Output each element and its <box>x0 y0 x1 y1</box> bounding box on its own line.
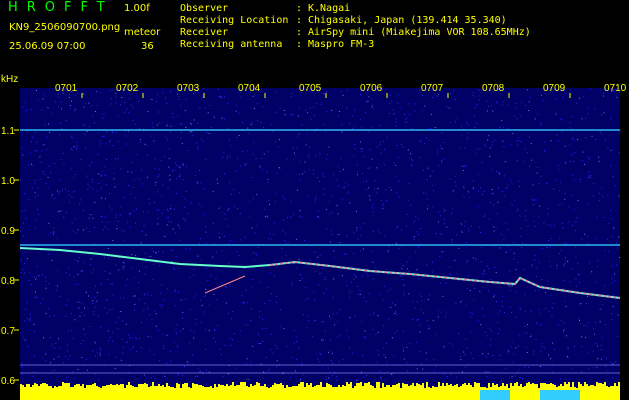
receiver-value: AirSpy mini (Miakejima VOR 108.65MHz) <box>308 27 531 38</box>
x-tick-label: 0710 <box>604 83 627 94</box>
y-tick-label: 0.8 <box>1 276 15 287</box>
y-tick-label: 0.7 <box>1 326 15 337</box>
y-axis-unit: kHz <box>1 74 18 85</box>
datetime-label: 25.06.09 07:00 <box>9 41 86 52</box>
x-tick-label: 0708 <box>482 83 505 94</box>
y-tick-label: 1.1 <box>1 126 15 137</box>
x-tick-label: 0701 <box>55 83 78 94</box>
filename-label: KN9_2506090700.png <box>9 22 121 33</box>
version-label: 1.00f <box>124 3 150 14</box>
y-tick-label: 0.9 <box>1 226 15 237</box>
y-tick-label: 1.0 <box>1 176 15 187</box>
location-separator: : <box>296 15 303 26</box>
antenna-separator: : <box>296 39 303 50</box>
spectrogram-plot: kHz 1.1 1.0 0.9 0.8 0.7 0.6 0701 0702 0703 0704 070… <box>0 72 627 400</box>
power-band-highlight <box>540 390 580 400</box>
antenna-value: Maspro FM-3 <box>308 39 375 50</box>
y-tick-label: 0.6 <box>1 376 15 387</box>
hrofft-window: kHz 1.1 1.0 0.9 0.8 0.7 0.6 0701 0702 0703 0704 070… <box>0 0 629 400</box>
observer-separator: : <box>296 3 303 14</box>
antenna-label: Receiving antenna <box>180 39 283 50</box>
location-label: Receiving Location <box>180 15 289 26</box>
power-band <box>20 382 620 400</box>
x-tick-label: 0709 <box>543 83 566 94</box>
x-tick-label: 0706 <box>360 83 383 94</box>
x-tick-label: 0704 <box>238 83 261 94</box>
receiver-separator: : <box>296 27 303 38</box>
observer-label: Observer <box>180 3 229 14</box>
x-tick-label: 0703 <box>177 83 200 94</box>
meteor-count: 36 <box>141 41 154 52</box>
x-tick-label: 0702 <box>116 83 139 94</box>
power-band-highlight <box>480 390 510 400</box>
observer-value: K.Nagai <box>308 3 351 14</box>
app-title: HROFFT <box>8 0 114 15</box>
x-tick-label: 0705 <box>299 83 322 94</box>
meteor-label: meteor <box>124 27 161 38</box>
location-value: Chigasaki, Japan (139.414 35.340) <box>308 15 507 26</box>
x-tick-label: 0707 <box>421 83 444 94</box>
receiver-label: Receiver <box>180 27 229 38</box>
